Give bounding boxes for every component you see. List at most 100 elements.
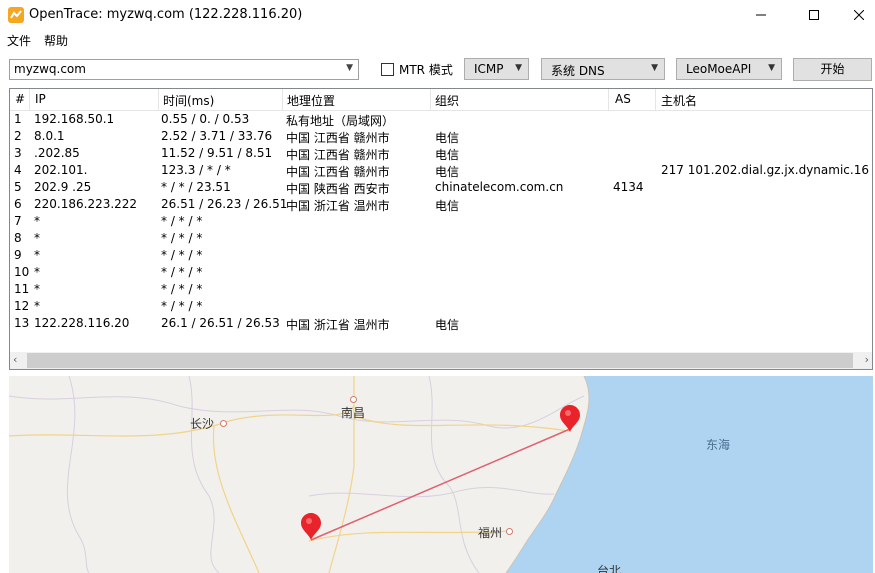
cell-geo: 中国 江西省 赣州市 bbox=[286, 131, 390, 145]
table-row[interactable]: 12 * * / * / * bbox=[10, 298, 872, 315]
table-row[interactable]: 2 8.0.1 2.52 / 3.71 / 33.76 中国 江西省 赣州市 电信 bbox=[10, 128, 872, 145]
city-dot-icon bbox=[350, 396, 357, 403]
scrollbar-thumb[interactable] bbox=[27, 353, 853, 368]
cell-ip: * bbox=[34, 282, 40, 296]
trace-table: # IP 时间(ms) 地理位置 组织 AS 主机名 1 192.168.50.1… bbox=[9, 88, 873, 370]
cell-as: 4134 bbox=[613, 180, 644, 194]
column-header-org[interactable]: 组织 bbox=[435, 92, 459, 109]
cell-geo: 中国 陕西省 西安市 bbox=[286, 182, 390, 196]
mtr-label: MTR 模式 bbox=[399, 63, 453, 77]
cell-ip: 220.186.223.222 bbox=[34, 197, 138, 211]
end-marker-icon[interactable] bbox=[560, 405, 580, 432]
column-header-time[interactable]: 时间(ms) bbox=[163, 92, 214, 109]
table-header: # IP 时间(ms) 地理位置 组织 AS 主机名 bbox=[10, 89, 872, 111]
cell-org: chinatelecom.com.cn bbox=[435, 180, 564, 194]
cell-num: 2 bbox=[14, 129, 22, 143]
maximize-button[interactable] bbox=[791, 0, 837, 30]
cell-org: 电信 bbox=[435, 165, 460, 179]
cell-time: 123.3 / * / * bbox=[161, 163, 231, 177]
table-row[interactable]: 1 192.168.50.1 0.55 / 0. / 0.53 私有地址（局域网） bbox=[10, 111, 872, 128]
map-label-east-sea: 东海 bbox=[706, 438, 731, 452]
map-label-changsha: 长沙 bbox=[190, 417, 215, 431]
start-marker-icon[interactable] bbox=[301, 513, 321, 540]
cell-num: 9 bbox=[14, 248, 22, 262]
map-label-fuzhou: 福州 bbox=[478, 526, 503, 540]
cell-geo: 中国 江西省 赣州市 bbox=[286, 148, 390, 162]
mtr-checkbox[interactable]: MTR 模式 bbox=[381, 61, 453, 78]
cell-num: 6 bbox=[14, 197, 22, 211]
cell-geo: 中国 浙江省 温州市 bbox=[286, 199, 390, 213]
host-input[interactable]: myzwq.com ▼ bbox=[9, 59, 359, 80]
cell-time: * / * / 23.51 bbox=[161, 180, 231, 194]
cell-time: 11.52 / 9.51 / 8.51 bbox=[161, 146, 273, 160]
cell-time: * / * / * bbox=[161, 282, 203, 296]
column-header-geo[interactable]: 地理位置 bbox=[287, 92, 335, 109]
host-value: myzwq.com bbox=[14, 62, 86, 76]
start-button[interactable]: 开始 bbox=[793, 58, 872, 81]
cell-ip: 122.228.116.20 bbox=[34, 316, 130, 330]
protocol-value: ICMP bbox=[474, 62, 504, 76]
horizontal-scrollbar[interactable]: ‹ › bbox=[10, 352, 872, 369]
route-map[interactable]: 长沙 南昌 福州 东海 台北 bbox=[9, 376, 873, 573]
cell-time: * / * / * bbox=[161, 231, 203, 245]
api-value: LeoMoeAPI bbox=[686, 62, 752, 76]
column-header-ip[interactable]: IP bbox=[35, 92, 46, 106]
menu-help[interactable]: 帮助 bbox=[44, 32, 68, 49]
route-line bbox=[310, 428, 571, 541]
cell-ip: 202.9 .25 bbox=[34, 180, 92, 194]
cell-ip: 8.0.1 bbox=[34, 129, 65, 143]
cell-org: 电信 bbox=[435, 131, 460, 145]
api-select[interactable]: LeoMoeAPI ▼ bbox=[676, 58, 782, 80]
table-row[interactable]: 9 * * / * / * bbox=[10, 247, 872, 264]
protocol-select[interactable]: ICMP ▼ bbox=[464, 58, 529, 80]
cell-org: 电信 bbox=[435, 318, 460, 332]
menu-file[interactable]: 文件 bbox=[7, 32, 31, 49]
table-row[interactable]: 10 * * / * / * bbox=[10, 264, 872, 281]
cell-num: 12 bbox=[14, 299, 30, 313]
table-row[interactable]: 7 * * / * / * bbox=[10, 213, 872, 230]
table-row[interactable]: 8 * * / * / * bbox=[10, 230, 872, 247]
table-row[interactable]: 13 122.228.116.20 26.1 / 26.51 / 26.53 中国 浙… bbox=[10, 315, 872, 332]
cell-num: 5 bbox=[14, 180, 22, 194]
table-row[interactable]: 3 .202.85 11.52 / 9.51 / 8.51 中国 江西省 赣州市 电信 bbox=[10, 145, 872, 162]
cell-time: * / * / * bbox=[161, 265, 203, 279]
cell-geo: 中国 江西省 赣州市 bbox=[286, 165, 390, 179]
cell-ip: .202.85 bbox=[34, 146, 80, 160]
cell-num: 8 bbox=[14, 231, 22, 245]
chevron-right-icon[interactable]: › bbox=[865, 353, 869, 366]
minimize-icon bbox=[756, 14, 766, 16]
dns-select[interactable]: 系统 DNS ▼ bbox=[541, 58, 665, 80]
cell-host: 217 101.202.dial.gz.jx.dynamic.16 bbox=[661, 163, 869, 177]
column-header-num[interactable]: # bbox=[15, 92, 25, 106]
app-icon bbox=[8, 7, 24, 23]
cell-num: 1 bbox=[14, 112, 22, 126]
cell-ip: * bbox=[34, 231, 40, 245]
table-row[interactable]: 6 220.186.223.222 26.51 / 26.23 / 26.51 中国 … bbox=[10, 196, 872, 213]
cell-org: 电信 bbox=[435, 199, 460, 213]
map-label-taipei: 台北 bbox=[597, 564, 622, 573]
cell-num: 3 bbox=[14, 146, 22, 160]
chevron-down-icon: ▼ bbox=[515, 63, 522, 73]
cell-time: * / * / * bbox=[161, 299, 203, 313]
cell-ip: * bbox=[34, 214, 40, 228]
cell-num: 11 bbox=[14, 282, 30, 296]
checkbox-icon bbox=[381, 63, 394, 76]
cell-time: * / * / * bbox=[161, 214, 203, 228]
cell-ip: 202.101. bbox=[34, 163, 88, 177]
sea-area bbox=[506, 376, 873, 573]
maximize-icon bbox=[809, 10, 819, 20]
table-row[interactable]: 4 202.101. 123.3 / * / * 中国 江西省 赣州市 电信 217 10… bbox=[10, 162, 872, 179]
chevron-down-icon: ▼ bbox=[346, 63, 353, 73]
toolbar: myzwq.com ▼ MTR 模式 ICMP ▼ 系统 DNS ▼ LeoMo… bbox=[0, 50, 875, 90]
column-header-as[interactable]: AS bbox=[615, 92, 631, 106]
title-bar: OpenTrace: myzwq.com (122.228.116.20) bbox=[0, 0, 875, 30]
chevron-left-icon[interactable]: ‹ bbox=[13, 353, 17, 366]
dns-value: 系统 DNS bbox=[551, 64, 605, 78]
table-row[interactable]: 5 202.9 .25 * / * / 23.51 中国 陕西省 西安市 chinate… bbox=[10, 179, 872, 196]
map-canvas bbox=[9, 376, 873, 573]
table-row[interactable]: 11 * * / * / * bbox=[10, 281, 872, 298]
column-header-host[interactable]: 主机名 bbox=[661, 92, 697, 109]
close-button[interactable] bbox=[836, 0, 875, 30]
cell-ip: * bbox=[34, 265, 40, 279]
minimize-button[interactable] bbox=[738, 0, 784, 30]
